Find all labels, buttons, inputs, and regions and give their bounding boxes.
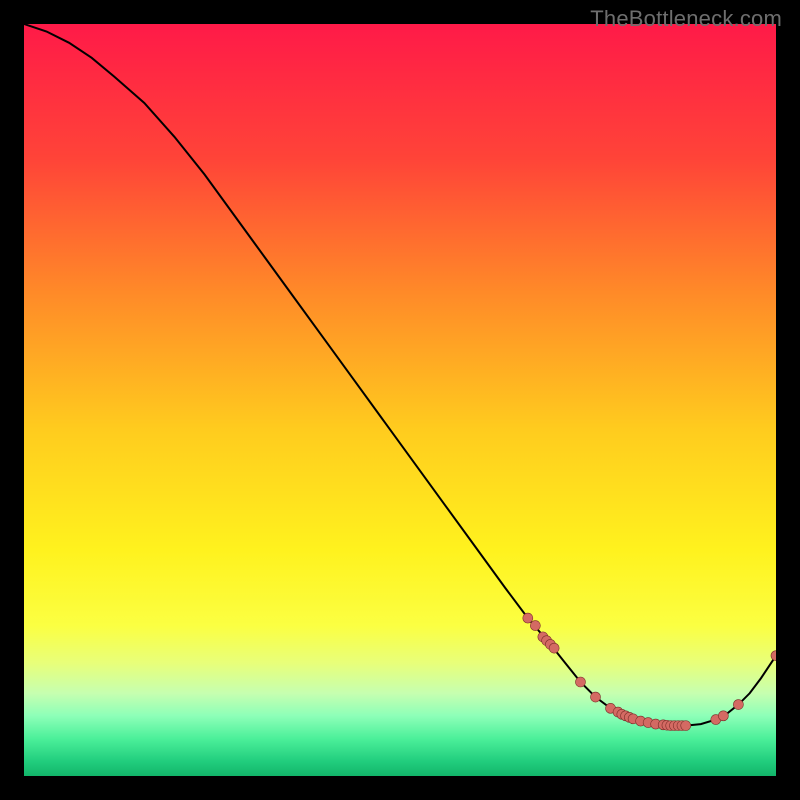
curve-marker [523,613,533,623]
curve-marker [575,677,585,687]
chart-svg [24,24,776,776]
plot-area [24,24,776,776]
curve-marker [681,721,691,731]
curve-marker [718,711,728,721]
gradient-backdrop [24,24,776,776]
chart-container: { "watermark": "TheBottleneck.com", "col… [0,0,800,800]
curve-marker [549,643,559,653]
curve-marker [530,621,540,631]
curve-marker [733,700,743,710]
curve-marker [591,692,601,702]
